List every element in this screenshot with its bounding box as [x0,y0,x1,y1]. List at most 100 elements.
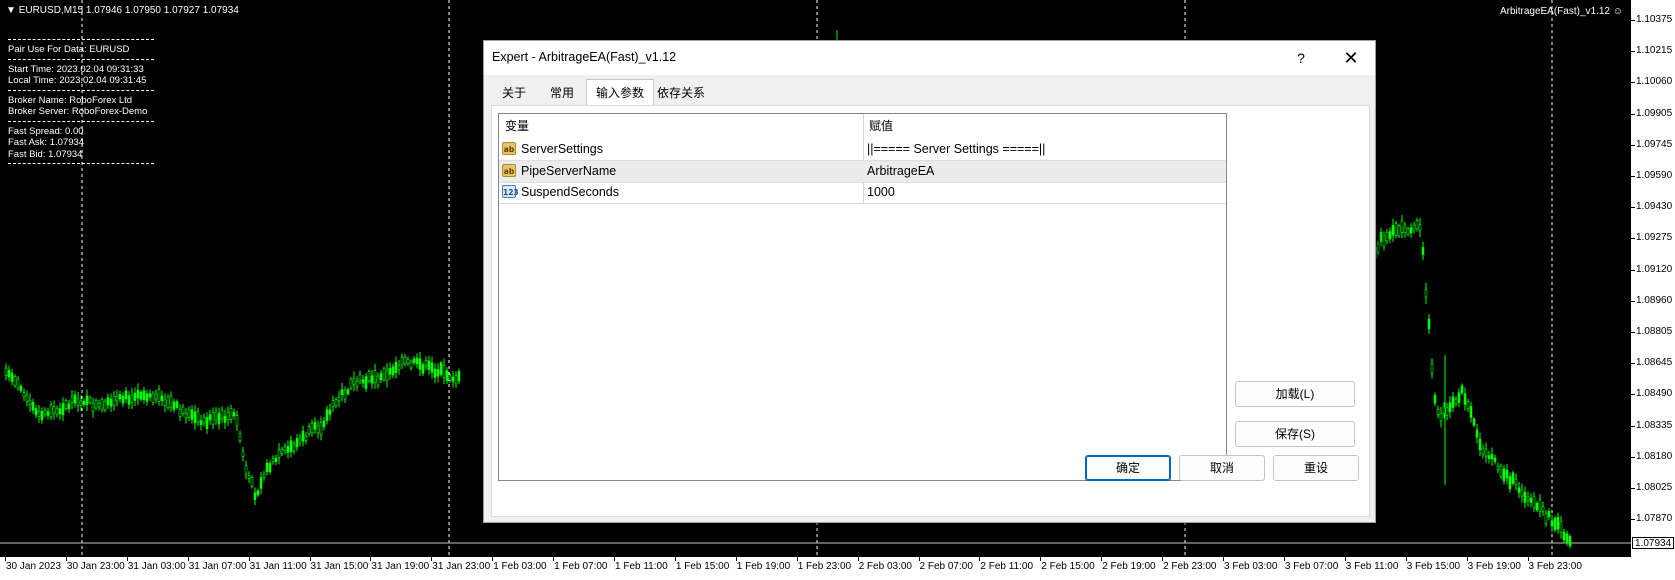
price-tick-label: 1.09430 [1636,201,1673,213]
candle-body [1514,478,1518,485]
candle-body [1424,289,1428,298]
candle-body [82,400,86,405]
candle-body [205,417,209,430]
price-tick [1631,20,1635,21]
candle-body [91,403,95,412]
price-tick [1631,488,1635,489]
price-tick [1631,519,1635,521]
time-tick-label: 1 Feb 11:00 [615,561,668,572]
candle-body [1559,521,1563,534]
table-row[interactable]: 123 SuspendSeconds 1000 [499,182,1226,203]
candle-body [289,440,293,453]
candle-body [337,397,341,401]
candle-body [343,390,347,400]
reset-button[interactable]: 重设 [1273,455,1359,481]
candle-body [100,399,104,411]
time-tick-label: 31 Jan 15:00 [310,561,369,572]
candle-body [376,375,380,386]
expert-properties-dialog[interactable]: Expert - ArbitrageEA(Fast)_v1.12 ? ✕ 关于 … [483,40,1376,523]
candle-body [292,443,296,452]
candle-body [121,395,125,404]
candle-body [1427,318,1431,329]
time-tick-label: 31 Jan 11:00 [249,561,307,572]
ok-button[interactable]: 确定 [1085,455,1171,481]
candle-body [1397,225,1401,237]
column-header-variable[interactable]: 变量 [499,114,863,138]
save-button[interactable]: 保存(S) [1235,421,1355,447]
candle-body [379,372,383,381]
candle-body [1532,496,1536,508]
candle-body [301,430,305,442]
candle-body [286,446,290,453]
candle-body [1550,520,1554,527]
load-button[interactable]: 加载(L) [1235,381,1355,407]
candle-body [1520,489,1524,497]
candle-body [256,490,260,496]
time-axis[interactable]: 30 Jan 2023 30 Jan 23:00 31 Jan 03:00 31 Ja… [0,557,1675,580]
candle-body [280,449,284,454]
table-row[interactable]: ab ServerSettings ||===== Server Setting… [499,139,1226,160]
candle-body [166,396,170,408]
tab-about[interactable]: 关于 [492,81,536,105]
param-value[interactable]: ||===== Server Settings =====|| [867,142,1045,156]
candle-body [427,360,431,371]
price-tick-label: 1.08025 [1636,482,1673,493]
candle-body [1538,499,1542,512]
candle-body [259,477,263,489]
cancel-button[interactable]: 取消 [1179,455,1265,481]
tab-common[interactable]: 常用 [540,81,584,105]
price-tick [1631,207,1635,209]
param-value[interactable]: ArbitrageEA [867,164,934,178]
close-icon[interactable]: ✕ [1335,45,1367,71]
candle-body [331,400,335,408]
candle-body [88,397,92,403]
info-broker-server: Broker Server: RoboForex-Demo [8,106,148,117]
triangle-down-icon[interactable]: ▼ [6,5,16,16]
tab-inputs[interactable]: 输入参数 [586,79,655,107]
parameters-table[interactable]: 变量 赋值 ab ServerSettings ||===== Server S… [498,113,1227,481]
candle-body [1409,227,1413,234]
price-tick-label: 1.10375 [1636,14,1673,25]
candle-body [1490,453,1494,460]
info-broker-name: Broker Name: RoboForex Ltd [8,94,133,106]
help-button[interactable]: ? [1287,45,1315,71]
candle-body [190,409,194,420]
param-value[interactable]: 1000 [867,185,895,199]
candle-body [208,414,212,421]
candle-body [148,393,152,398]
candle-body [274,457,278,463]
candle-body [1511,472,1515,484]
candle-body [28,399,32,406]
time-tick-label: 3 Feb 03:00 [1224,561,1278,572]
candle-body [262,474,266,478]
candle-body [25,394,29,403]
candle-body [325,409,329,421]
candle-body [43,409,47,415]
candle-body [346,389,350,395]
expert-advisor-label[interactable]: ArbitrageEA(Fast)_v1.12 ☺ [1500,6,1623,17]
separator-line [8,58,154,60]
candle-body [1496,465,1500,470]
candle-body [1403,226,1407,234]
info-fast-spread: Fast Spread: 0.00 [8,125,84,137]
candle-body [154,393,158,400]
dialog-title-bar[interactable]: Expert - ArbitrageEA(Fast)_v1.12 ? ✕ [484,41,1375,75]
price-axis[interactable]: 1.10375 1.10215 1.10060 1.09905 1.09745 1.095… [1631,0,1675,557]
table-row[interactable]: ab PipeServerName ArbitrageEA [499,161,1226,182]
price-tick-label: 1.09590 [1636,170,1673,181]
candle-body [76,398,80,406]
column-header-value[interactable]: 赋值 [863,114,1226,138]
candle-body [253,492,257,500]
separator-line [8,120,154,122]
time-tick-label: 30 Jan 2023 [6,561,62,572]
tab-dependencies[interactable]: 依存关系 [647,81,715,105]
candle-body [400,357,404,366]
candle-body [1406,228,1410,235]
integer-type-icon: 123 [502,185,519,198]
time-tick-label: 1 Feb 19:00 [736,561,791,572]
candle-body [238,432,242,441]
candle-body [370,375,374,384]
candle-body [394,361,398,374]
candle-body [169,395,173,408]
candle-body [1526,496,1530,502]
